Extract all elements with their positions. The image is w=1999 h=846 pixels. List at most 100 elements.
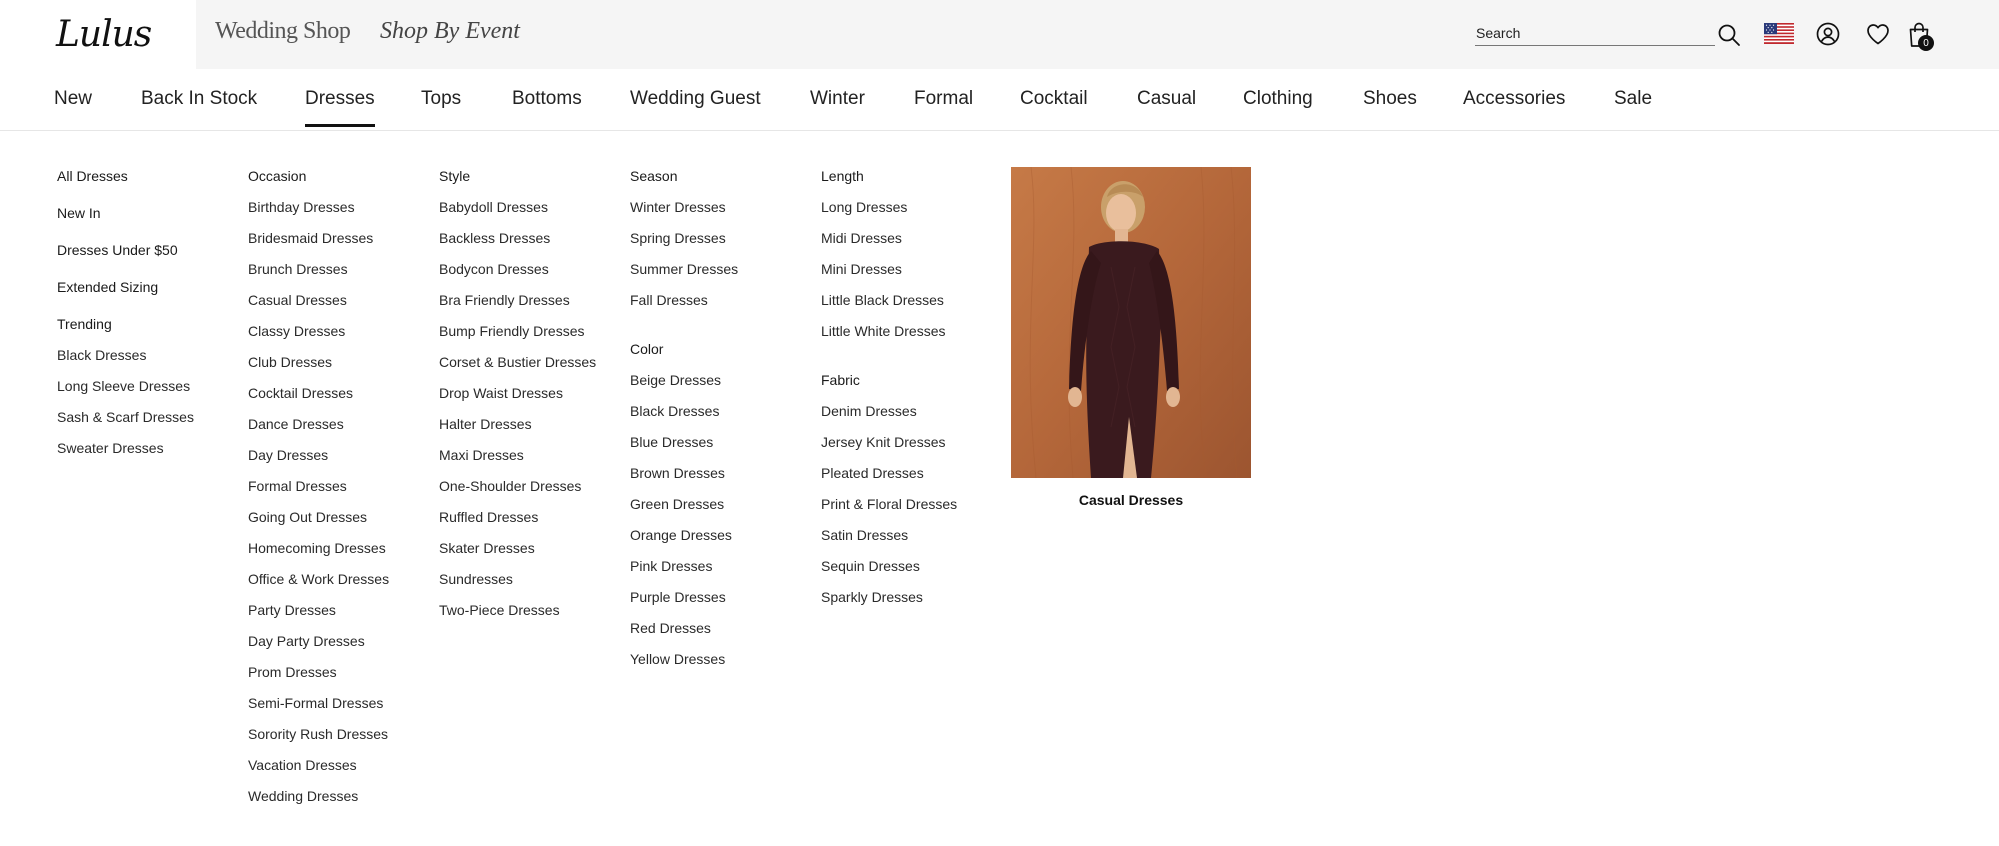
menu-link[interactable]: Brunch Dresses — [248, 261, 389, 278]
menu-link[interactable]: Yellow Dresses — [630, 651, 738, 668]
menu-link[interactable]: Blue Dresses — [630, 434, 738, 451]
nav-item-bottoms[interactable]: Bottoms — [512, 88, 582, 110]
top-bar: Lulus Wedding Shop Shop By Event 0 — [0, 0, 1999, 69]
menu-link[interactable]: Fall Dresses — [630, 292, 738, 309]
us-flag-icon[interactable] — [1764, 22, 1794, 44]
promo-image — [1011, 167, 1251, 478]
menu-link[interactable]: Sweater Dresses — [57, 440, 194, 457]
menu-link[interactable]: Maxi Dresses — [439, 447, 596, 464]
menu-link[interactable]: Mini Dresses — [821, 261, 957, 278]
menu-link[interactable]: Formal Dresses — [248, 478, 389, 495]
menu-link[interactable]: Semi-Formal Dresses — [248, 695, 389, 712]
menu-column-style: Style Babydoll Dresses Backless Dresses … — [439, 168, 596, 633]
menu-link[interactable]: Prom Dresses — [248, 664, 389, 681]
menu-link[interactable]: Beige Dresses — [630, 372, 738, 389]
menu-link[interactable]: Drop Waist Dresses — [439, 385, 596, 402]
menu-link[interactable]: Two-Piece Dresses — [439, 602, 596, 619]
shopping-bag-icon[interactable]: 0 — [1904, 19, 1934, 51]
menu-link[interactable]: Babydoll Dresses — [439, 199, 596, 216]
menu-link[interactable]: Green Dresses — [630, 496, 738, 513]
promo-caption: Casual Dresses — [1078, 492, 1184, 508]
menu-link[interactable]: Office & Work Dresses — [248, 571, 389, 588]
nav-item-winter[interactable]: Winter — [810, 88, 865, 110]
menu-link[interactable]: Halter Dresses — [439, 416, 596, 433]
menu-link[interactable]: Homecoming Dresses — [248, 540, 389, 557]
menu-link[interactable]: Sequin Dresses — [821, 558, 957, 575]
nav-item-shoes[interactable]: Shoes — [1363, 88, 1417, 110]
nav-item-dresses[interactable]: Dresses — [305, 88, 375, 127]
menu-link[interactable]: Spring Dresses — [630, 230, 738, 247]
heart-icon[interactable] — [1865, 21, 1891, 47]
menu-link[interactable]: Jersey Knit Dresses — [821, 434, 957, 451]
account-icon[interactable] — [1815, 21, 1841, 47]
menu-link[interactable]: Red Dresses — [630, 620, 738, 637]
nav-item-formal[interactable]: Formal — [914, 88, 973, 110]
menu-link[interactable]: Winter Dresses — [630, 199, 738, 216]
menu-link-new-in[interactable]: New In — [57, 205, 194, 224]
menu-link[interactable]: Summer Dresses — [630, 261, 738, 278]
menu-link[interactable]: Classy Dresses — [248, 323, 389, 340]
menu-link[interactable]: Orange Dresses — [630, 527, 738, 544]
menu-heading-length: Length — [821, 168, 864, 184]
menu-link[interactable]: Purple Dresses — [630, 589, 738, 606]
menu-link[interactable]: Skater Dresses — [439, 540, 596, 557]
menu-column-occasion: Occasion Birthday Dresses Bridesmaid Dre… — [248, 168, 389, 819]
nav-item-clothing[interactable]: Clothing — [1243, 88, 1313, 110]
shop-by-event-link[interactable]: Shop By Event — [380, 18, 520, 45]
menu-link[interactable]: Casual Dresses — [248, 292, 389, 309]
menu-link[interactable]: Vacation Dresses — [248, 757, 389, 774]
menu-link[interactable]: Birthday Dresses — [248, 199, 389, 216]
nav-item-accessories[interactable]: Accessories — [1463, 88, 1565, 110]
menu-link[interactable]: Pink Dresses — [630, 558, 738, 575]
menu-link[interactable]: Going Out Dresses — [248, 509, 389, 526]
menu-link[interactable]: Bridesmaid Dresses — [248, 230, 389, 247]
menu-link[interactable]: Long Dresses — [821, 199, 957, 216]
menu-link[interactable]: Print & Floral Dresses — [821, 496, 957, 513]
menu-link[interactable]: Little White Dresses — [821, 323, 957, 340]
menu-link[interactable]: Corset & Bustier Dresses — [439, 354, 596, 371]
menu-link[interactable]: One-Shoulder Dresses — [439, 478, 596, 495]
menu-link[interactable]: Backless Dresses — [439, 230, 596, 247]
menu-link[interactable]: Satin Dresses — [821, 527, 957, 544]
menu-heading-style: Style — [439, 168, 471, 184]
menu-link[interactable]: Black Dresses — [630, 403, 738, 420]
menu-link[interactable]: Sorority Rush Dresses — [248, 726, 389, 743]
menu-link[interactable]: Wedding Dresses — [248, 788, 389, 805]
menu-link[interactable]: Pleated Dresses — [821, 465, 957, 482]
menu-link[interactable]: Long Sleeve Dresses — [57, 378, 194, 395]
menu-link[interactable]: Brown Dresses — [630, 465, 738, 482]
menu-link[interactable]: Bodycon Dresses — [439, 261, 596, 278]
nav-item-tops[interactable]: Tops — [421, 88, 461, 110]
nav-item-sale[interactable]: Sale — [1614, 88, 1652, 110]
nav-item-wedding-guest[interactable]: Wedding Guest — [630, 88, 761, 110]
menu-link[interactable]: Denim Dresses — [821, 403, 957, 420]
menu-link[interactable]: Dance Dresses — [248, 416, 389, 433]
wedding-shop-link[interactable]: Wedding Shop — [215, 18, 351, 45]
nav-item-back-in-stock[interactable]: Back In Stock — [141, 88, 257, 110]
menu-link[interactable]: Bump Friendly Dresses — [439, 323, 596, 340]
menu-link[interactable]: Club Dresses — [248, 354, 389, 371]
menu-link[interactable]: Black Dresses — [57, 347, 194, 364]
menu-link-dresses-under-50[interactable]: Dresses Under $50 — [57, 242, 194, 261]
menu-link[interactable]: Cocktail Dresses — [248, 385, 389, 402]
menu-link[interactable]: Sparkly Dresses — [821, 589, 957, 606]
search-input[interactable] — [1475, 22, 1715, 44]
nav-item-new[interactable]: New — [54, 88, 92, 110]
menu-link[interactable]: Bra Friendly Dresses — [439, 292, 596, 309]
menu-link[interactable]: Day Party Dresses — [248, 633, 389, 650]
menu-link[interactable]: Sundresses — [439, 571, 596, 588]
nav-item-casual[interactable]: Casual — [1137, 88, 1196, 110]
nav-item-cocktail[interactable]: Cocktail — [1020, 88, 1088, 110]
menu-link[interactable]: Sash & Scarf Dresses — [57, 409, 194, 426]
menu-link[interactable]: Little Black Dresses — [821, 292, 957, 309]
menu-link-extended-sizing[interactable]: Extended Sizing — [57, 279, 194, 298]
menu-link-all-dresses[interactable]: All Dresses — [57, 168, 194, 187]
search-icon[interactable] — [1716, 22, 1742, 48]
menu-link[interactable]: Day Dresses — [248, 447, 389, 464]
menu-link[interactable]: Midi Dresses — [821, 230, 957, 247]
menu-link[interactable]: Ruffled Dresses — [439, 509, 596, 526]
promo-casual-dresses[interactable]: Casual Dresses — [1011, 167, 1251, 508]
menu-link[interactable]: Party Dresses — [248, 602, 389, 619]
logo-link[interactable]: Lulus — [0, 0, 196, 69]
menu-heading-trending: Trending — [57, 316, 112, 332]
